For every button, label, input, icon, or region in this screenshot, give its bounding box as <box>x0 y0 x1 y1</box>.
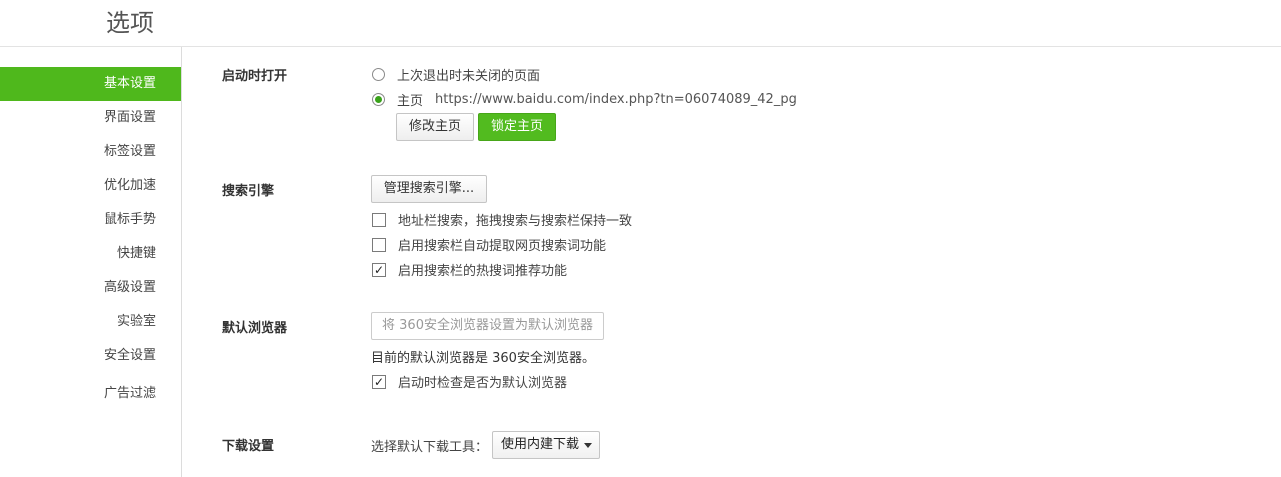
sidebar-item-basic[interactable]: 基本设置 <box>0 67 181 101</box>
search-option-label: 启用搜索栏自动提取网页搜索词功能 <box>398 239 607 254</box>
set-default-browser-button[interactable]: 将 360安全浏览器设置为默认浏览器 <box>371 312 604 340</box>
search-option-label: 地址栏搜索，拖拽搜索与搜索栏保持一致 <box>398 214 633 229</box>
checkbox-auto-extract[interactable] <box>372 237 386 252</box>
search-option-auto-extract[interactable]: 启用搜索栏自动提取网页搜索词功能 <box>372 235 606 254</box>
startup-option-last-label: 上次退出时未关闭的页面 <box>397 69 541 84</box>
search-option-hot-words[interactable]: ✓ 启用搜索栏的热搜词推荐功能 <box>372 260 567 279</box>
sidebar-nav: 基本设置 界面设置 标签设置 优化加速 鼠标手势 快捷键 高级设置 实验室 安全… <box>0 47 182 477</box>
check-default-label: 启动时检查是否为默认浏览器 <box>398 376 568 391</box>
manage-search-engines-button[interactable]: 管理搜索引擎... <box>371 175 487 203</box>
sidebar-item-security[interactable]: 安全设置 <box>0 339 181 373</box>
checkbox-address-bar-search[interactable] <box>372 212 386 227</box>
sidebar-item-adblock[interactable]: 广告过滤 <box>0 377 181 411</box>
download-section-label: 下载设置 <box>222 439 275 454</box>
download-tool-value: 使用内建下载 <box>501 437 580 452</box>
page-title: 选项 <box>106 9 154 37</box>
radio-home[interactable] <box>372 93 385 106</box>
sidebar-item-lab[interactable]: 实验室 <box>0 305 181 339</box>
download-tool-label: 选择默认下载工具： <box>371 440 489 455</box>
sidebar-item-mouse-gestures[interactable]: 鼠标手势 <box>0 203 181 237</box>
startup-option-last-session[interactable]: 上次退出时未关闭的页面 <box>372 65 540 84</box>
search-section-label: 搜索引擎 <box>222 184 275 199</box>
sidebar-item-tabs[interactable]: 标签设置 <box>0 135 181 169</box>
search-option-address-bar[interactable]: 地址栏搜索，拖拽搜索与搜索栏保持一致 <box>372 210 632 229</box>
startup-section-label: 启动时打开 <box>222 69 288 84</box>
checkbox-check-default[interactable]: ✓ <box>372 374 386 389</box>
header-divider <box>0 46 1281 47</box>
lock-home-button[interactable]: 锁定主页 <box>478 113 556 141</box>
sidebar-item-advanced[interactable]: 高级设置 <box>0 271 181 305</box>
chevron-down-icon <box>584 443 592 448</box>
sidebar-item-shortcuts[interactable]: 快捷键 <box>0 237 181 271</box>
startup-option-home-label: 主页 <box>397 94 424 109</box>
checkbox-hot-words[interactable]: ✓ <box>372 262 386 277</box>
download-tool-select[interactable]: 使用内建下载 <box>492 431 600 459</box>
sidebar-item-interface[interactable]: 界面设置 <box>0 101 181 135</box>
sidebar-item-optimize[interactable]: 优化加速 <box>0 169 181 203</box>
default-browser-section-label: 默认浏览器 <box>222 321 288 336</box>
home-url: https://www.baidu.com/index.php?tn=06074… <box>435 92 797 107</box>
startup-option-home[interactable]: 主页 https://www.baidu.com/index.php?tn=06… <box>372 90 797 109</box>
check-default-on-start[interactable]: ✓ 启动时检查是否为默认浏览器 <box>372 372 567 391</box>
search-option-label: 启用搜索栏的热搜词推荐功能 <box>398 264 568 279</box>
edit-home-button[interactable]: 修改主页 <box>396 113 474 141</box>
radio-last-session[interactable] <box>372 68 385 81</box>
default-browser-status: 目前的默认浏览器是 360安全浏览器。 <box>371 351 595 366</box>
